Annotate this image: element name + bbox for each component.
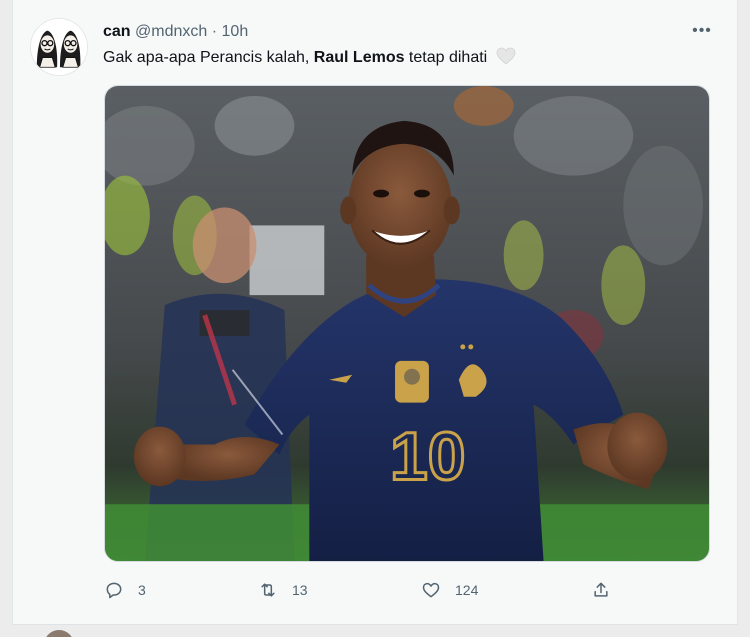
retweet-button[interactable]: 13 — [258, 576, 308, 604]
more-options-icon[interactable]: ••• — [690, 22, 714, 42]
tweet-text-bold: Raul Lemos — [313, 49, 405, 66]
jersey-number: 10 — [390, 419, 465, 494]
like-button[interactable]: 124 — [421, 576, 478, 604]
share-icon — [591, 580, 611, 600]
reply-icon — [104, 580, 124, 600]
divider — [12, 624, 738, 625]
reply-count: 3 — [138, 582, 146, 598]
retweet-icon — [258, 580, 278, 600]
separator: · — [211, 23, 218, 40]
reply-button[interactable]: 3 — [104, 576, 146, 604]
white-heart-icon — [496, 47, 516, 65]
next-tweet-avatar[interactable] — [44, 630, 74, 637]
handle[interactable]: @mdnxch — [135, 23, 207, 40]
display-name[interactable]: can — [103, 23, 131, 40]
retweet-count: 13 — [292, 582, 308, 598]
avatar[interactable] — [30, 18, 88, 76]
share-button[interactable] — [591, 576, 611, 604]
tweet-text-part: tetap dihati — [404, 49, 488, 66]
heart-icon — [421, 580, 441, 600]
like-count: 124 — [455, 582, 479, 598]
tweet-photo[interactable]: 10 — [104, 85, 710, 562]
tweet-actions: 3 13 124 — [0, 576, 750, 606]
tweet-header: can @mdnxch · 10h — [103, 22, 248, 42]
timestamp[interactable]: 10h — [222, 23, 249, 40]
tweet-text: Gak apa-apa Perancis kalah, Raul Lemos t… — [103, 47, 516, 69]
tweet-text-part: Gak apa-apa Perancis kalah, — [103, 49, 314, 66]
